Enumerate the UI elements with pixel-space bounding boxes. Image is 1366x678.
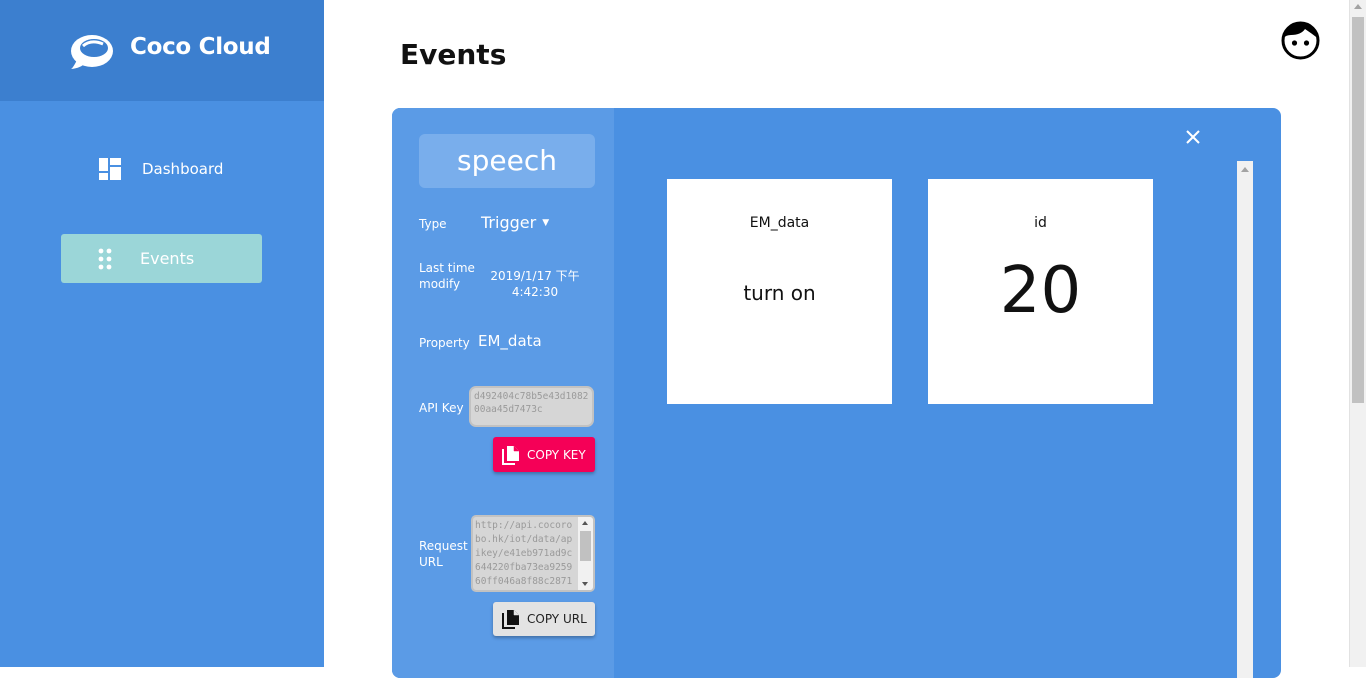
grid-dots-icon (98, 248, 112, 269)
event-details-panel: speech Type Trigger ▼ Last time modify 2… (392, 108, 614, 678)
scroll-up-arrow-icon[interactable] (1354, 4, 1362, 9)
type-select[interactable]: Trigger ▼ (481, 213, 549, 232)
brand-name: Coco Cloud (130, 34, 271, 60)
copy-key-label: COPY KEY (527, 447, 586, 462)
sidebar-item-label: Dashboard (142, 160, 224, 178)
api-key-label: API Key (419, 401, 464, 415)
sidebar-item-dashboard[interactable]: Dashboard (99, 157, 249, 181)
request-url-field[interactable]: http://api.cocorobo.hk/iot/data/apikey/e… (471, 515, 595, 592)
scroll-up-arrow-icon[interactable] (582, 521, 588, 525)
tile-title: id (1034, 215, 1047, 231)
copy-url-label: COPY URL (527, 612, 587, 626)
face-avatar-icon[interactable] (1281, 21, 1320, 60)
sidebar-item-label: Events (140, 249, 195, 268)
scroll-up-arrow-icon[interactable] (1241, 167, 1249, 172)
scrollbar-thumb[interactable] (1352, 17, 1364, 403)
dashboard-icon (99, 158, 121, 180)
caret-down-icon: ▼ (542, 217, 550, 228)
api-key-field[interactable]: d492404c78b5e43d108200aa45d7473c (469, 386, 594, 427)
sidebar-item-events[interactable]: Events (61, 234, 262, 283)
scroll-down-arrow-icon[interactable] (582, 582, 588, 586)
event-card: speech Type Trigger ▼ Last time modify 2… (392, 108, 1281, 678)
cloud-chat-logo-icon (71, 35, 113, 69)
tile-title: EM_data (749, 215, 810, 231)
tiles-scrollbar[interactable] (1237, 161, 1253, 678)
url-scrollbar[interactable] (578, 517, 593, 590)
event-name: speech (419, 134, 595, 188)
type-label: Type (419, 217, 447, 231)
copy-icon (502, 445, 519, 465)
type-value: Trigger (481, 213, 537, 232)
copy-icon (502, 610, 519, 629)
request-url-label: Request URL (419, 539, 468, 569)
data-tile: id 20 (928, 179, 1153, 404)
tile-value: 20 (999, 254, 1082, 328)
tile-value: turn on (743, 281, 816, 305)
copy-key-button[interactable]: COPY KEY (493, 437, 595, 472)
page-scrollbar[interactable] (1349, 0, 1366, 667)
sidebar: Coco Cloud Dashboard Events (0, 0, 324, 667)
property-value: EM_data (478, 332, 542, 350)
last-modify-label: Last time modify (419, 261, 475, 291)
brand-bar: Coco Cloud (0, 0, 324, 101)
data-tile: EM_data turn on (667, 179, 892, 404)
property-label: Property (419, 336, 470, 350)
scrollbar-thumb[interactable] (580, 531, 591, 561)
close-icon[interactable] (1182, 126, 1204, 148)
request-url-value: http://api.cocorobo.hk/iot/data/apikey/e… (475, 520, 573, 587)
copy-url-button[interactable]: COPY URL (493, 602, 595, 636)
page-title: Events (400, 38, 507, 71)
last-modify-value: 2019/1/17 下午 4:42:30 (490, 269, 580, 299)
